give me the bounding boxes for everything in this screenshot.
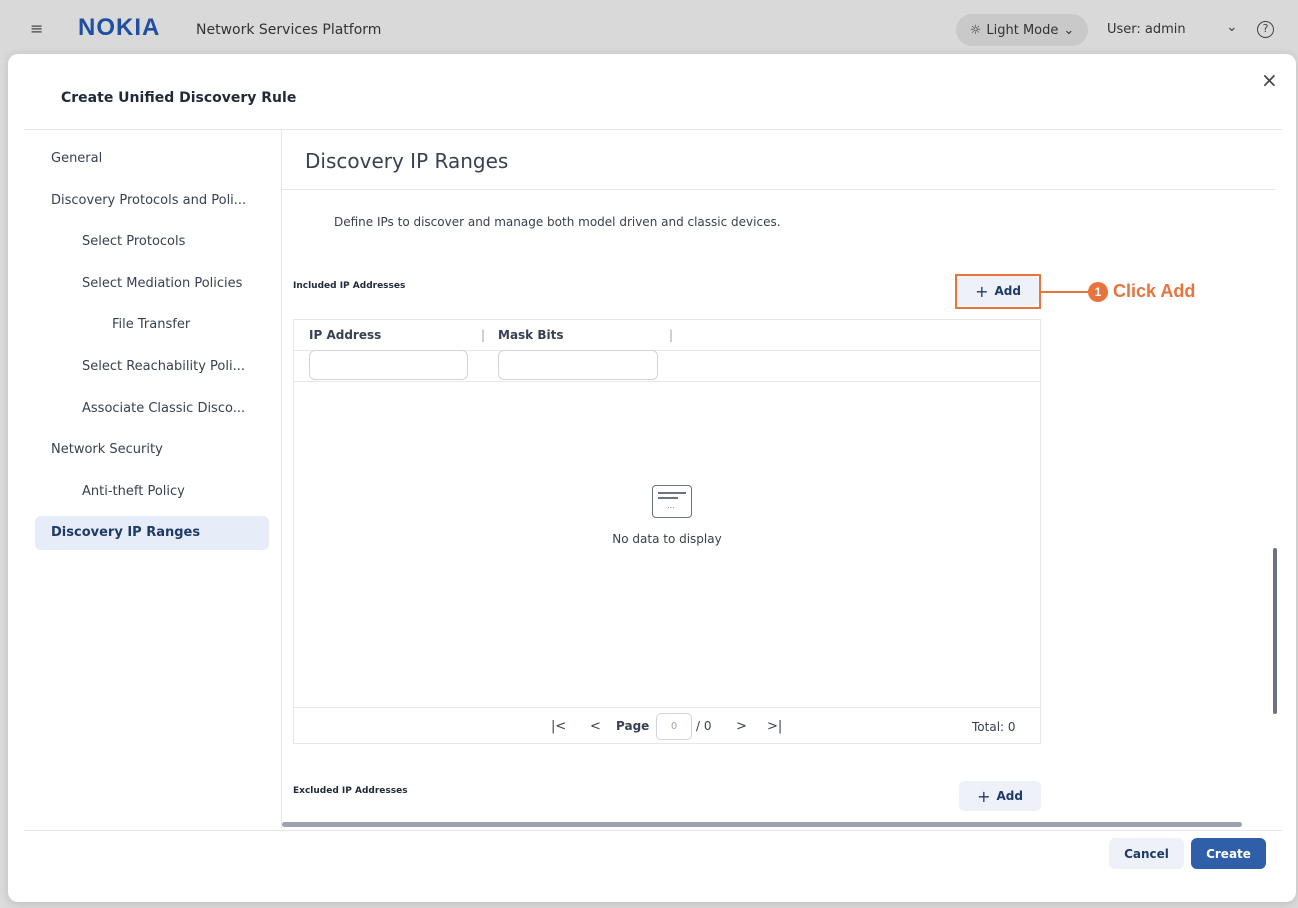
nav-item-anti-theft-policy[interactable]: Anti-theft Policy — [82, 484, 185, 499]
close-icon[interactable]: × — [1261, 68, 1278, 92]
add-button-highlight — [955, 274, 1041, 309]
user-menu-chevron-icon[interactable]: ⌄ — [1226, 19, 1238, 35]
total-count: Total: 0 — [972, 720, 1016, 734]
pager-divider — [294, 707, 1040, 708]
add-excluded-ip-button[interactable]: + Add — [959, 781, 1041, 811]
sidebar-divider — [281, 129, 282, 829]
user-label: User: admin — [1107, 22, 1186, 37]
nav-item-file-transfer[interactable]: File Transfer — [112, 317, 190, 332]
plus-icon: + — [977, 786, 991, 806]
nav-item-select-protocols[interactable]: Select Protocols — [82, 234, 185, 249]
callout-connector — [1041, 291, 1089, 293]
nav-item-general[interactable]: General — [51, 151, 102, 166]
light-mode-toggle[interactable]: ☼ Light Mode ⌄ — [956, 14, 1088, 46]
sun-icon: ☼ — [969, 22, 982, 38]
app-title: Network Services Platform — [196, 22, 382, 38]
footer-divider — [24, 830, 1282, 831]
header-divider — [24, 129, 1282, 130]
column-header-ip-address[interactable]: IP Address — [309, 328, 381, 342]
empty-state-text: No data to display — [612, 532, 722, 546]
included-ip-table: IP Address | Mask Bits | … No data to di… — [293, 319, 1041, 744]
nav-item-associate-classic[interactable]: Associate Classic Disco... — [82, 401, 245, 416]
column-separator[interactable]: | — [481, 328, 485, 342]
hamburger-menu-icon[interactable]: ≡ — [30, 19, 43, 38]
cancel-button[interactable]: Cancel — [1109, 838, 1184, 869]
nokia-logo: NOKIA — [78, 14, 160, 44]
add-button-label: Add — [996, 789, 1023, 803]
excluded-ip-label: Excluded IP Addresses — [293, 786, 408, 796]
nav-item-discovery-ip-ranges[interactable]: Discovery IP Ranges — [35, 516, 269, 550]
vertical-scrollbar[interactable] — [1273, 548, 1277, 714]
page-label: Page — [616, 719, 650, 733]
light-mode-label: Light Mode — [986, 22, 1059, 38]
nav-item-select-reachability[interactable]: Select Reachability Poli... — [82, 359, 245, 374]
next-page-icon[interactable]: > — [736, 719, 747, 734]
column-separator[interactable]: | — [669, 328, 673, 342]
callout-step-number: 1 — [1088, 282, 1108, 302]
nav-item-discovery-protocols[interactable]: Discovery Protocols and Poli... — [51, 193, 246, 208]
horizontal-scrollbar[interactable] — [282, 822, 1242, 827]
callout-text: Click Add — [1113, 281, 1196, 301]
previous-page-icon[interactable]: < — [590, 719, 601, 734]
empty-state-icon: … — [652, 485, 692, 518]
last-page-icon[interactable]: >| — [767, 719, 782, 734]
nav-item-network-security[interactable]: Network Security — [51, 442, 163, 457]
page-number-input[interactable]: 0 — [656, 713, 692, 740]
first-page-icon[interactable]: |< — [551, 719, 566, 734]
included-ip-label: Included IP Addresses — [293, 281, 406, 291]
filter-row-divider — [294, 381, 1040, 382]
title-divider — [282, 189, 1276, 190]
top-bar: ≡ NOKIA Network Services Platform ☼ Ligh… — [0, 0, 1298, 60]
help-icon[interactable]: ? — [1257, 21, 1274, 38]
column-header-mask-bits[interactable]: Mask Bits — [498, 328, 563, 342]
mask-bits-filter-input[interactable] — [498, 350, 658, 380]
dialog-title: Create Unified Discovery Rule — [61, 90, 297, 106]
create-button[interactable]: Create — [1191, 838, 1266, 869]
chevron-down-icon: ⌄ — [1063, 22, 1075, 38]
nav-item-select-mediation-policies[interactable]: Select Mediation Policies — [82, 276, 242, 291]
ip-address-filter-input[interactable] — [309, 350, 468, 380]
brand-text: NOKIA — [78, 14, 160, 40]
section-description: Define IPs to discover and manage both m… — [334, 215, 781, 229]
section-title: Discovery IP Ranges — [305, 149, 509, 173]
create-discovery-rule-dialog: Create Unified Discovery Rule × General … — [8, 54, 1296, 902]
page-total: / 0 — [696, 719, 712, 733]
